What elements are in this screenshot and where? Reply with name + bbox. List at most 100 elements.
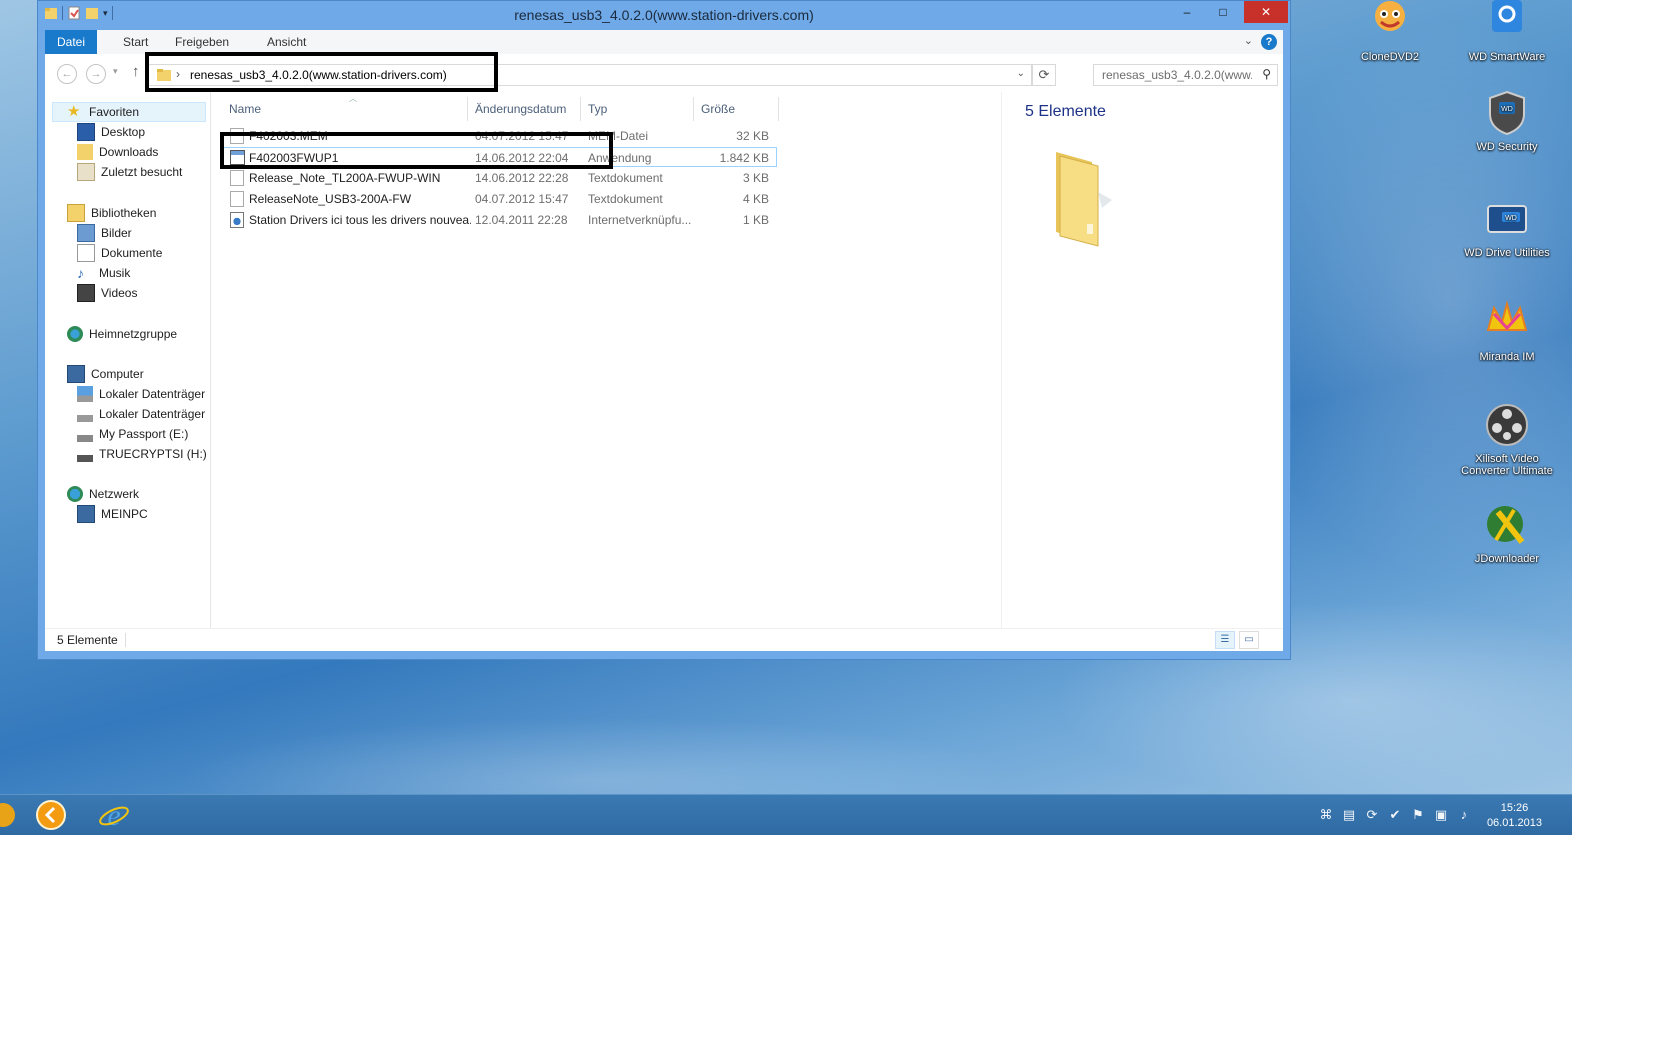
column-header-name[interactable]: Name bbox=[229, 102, 261, 116]
tab-datei[interactable]: Datei bbox=[45, 30, 97, 54]
hard-drive-icon bbox=[77, 406, 93, 422]
text-document-icon bbox=[230, 170, 244, 186]
desktop-icon-xilisoft[interactable]: Xilisoft Video Converter Ultimate bbox=[1452, 402, 1562, 477]
nav-truecrypt[interactable]: TRUECRYPTSI (H:) bbox=[77, 444, 207, 464]
nav-documents-label: Dokumente bbox=[101, 246, 163, 260]
desktop-icon-wd-drive-utilities[interactable]: WD WD Drive Utilities bbox=[1452, 196, 1562, 259]
file-size: 4 KB bbox=[742, 192, 769, 206]
file-name: Release_Note_TL200A-FWUP-WIN bbox=[249, 171, 441, 185]
nav-network-label: Netzwerk bbox=[89, 487, 140, 501]
nav-videos-label: Videos bbox=[101, 286, 138, 300]
nav-my-passport-label: My Passport (E:) bbox=[99, 427, 189, 441]
close-button[interactable]: ✕ bbox=[1244, 1, 1288, 23]
search-box[interactable]: renesas_usb3_4.0.2.0(www.sta... ⚲ bbox=[1093, 64, 1278, 86]
nav-videos[interactable]: Videos bbox=[77, 283, 137, 303]
tray-drive-icon[interactable]: ▤ bbox=[1341, 807, 1357, 823]
pictures-icon bbox=[77, 224, 95, 242]
tray-security-icon[interactable]: ✔ bbox=[1387, 807, 1403, 823]
nav-computer[interactable]: Computer bbox=[67, 364, 144, 384]
desktop-icon-miranda[interactable]: Miranda IM bbox=[1452, 300, 1562, 363]
back-button[interactable]: ← bbox=[57, 64, 77, 84]
file-row-releasenote-usb3[interactable]: ReleaseNote_USB3-200A-FW 04.07.2012 15:4… bbox=[223, 189, 777, 209]
desktop-background: CloneDVD2 WD SmartWare WD WD Security WD… bbox=[0, 0, 1572, 835]
file-row-station-drivers[interactable]: Station Drivers ici tous les drivers nou… bbox=[223, 210, 777, 230]
file-name: ReleaseNote_USB3-200A-FW bbox=[249, 192, 412, 206]
tab-start[interactable]: Start bbox=[123, 35, 148, 49]
file-row-release-note-tl200a[interactable]: Release_Note_TL200A-FWUP-WIN 14.06.2012 … bbox=[223, 168, 777, 188]
nav-network[interactable]: Netzwerk bbox=[67, 484, 139, 504]
tab-ansicht[interactable]: Ansicht bbox=[267, 35, 306, 49]
nav-homegroup[interactable]: Heimnetzgruppe bbox=[67, 324, 177, 344]
tray-monitor-icon[interactable]: ▣ bbox=[1433, 807, 1449, 823]
tray-sync-icon[interactable]: ⟳ bbox=[1364, 807, 1380, 823]
highlight-box-selected-file bbox=[220, 132, 613, 169]
nav-local-disk-c[interactable]: Lokaler Datenträger bbox=[77, 384, 205, 404]
desktop-icon-clonedvd[interactable]: CloneDVD2 bbox=[1335, 0, 1445, 63]
tray-volume-icon[interactable]: ♪ bbox=[1456, 807, 1472, 823]
details-view-button[interactable]: ☰ bbox=[1215, 631, 1235, 649]
star-icon: ★ bbox=[67, 103, 81, 120]
taskbar-start-orb[interactable] bbox=[0, 799, 20, 831]
videos-icon bbox=[77, 284, 95, 302]
documents-icon bbox=[77, 244, 95, 262]
file-size: 32 KB bbox=[736, 129, 769, 143]
tray-network-icon[interactable]: ⌘ bbox=[1318, 807, 1334, 823]
column-header-size[interactable]: Größe bbox=[701, 102, 735, 116]
nav-favorites[interactable]: ★ Favoriten bbox=[67, 102, 139, 122]
ribbon-expand-icon[interactable]: ⌄ bbox=[1244, 34, 1253, 47]
tab-freigeben[interactable]: Freigeben bbox=[175, 35, 229, 49]
nav-pictures[interactable]: Bilder bbox=[77, 223, 132, 243]
nav-recent[interactable]: Zuletzt besucht bbox=[77, 162, 182, 182]
large-folder-icon bbox=[1056, 152, 1112, 247]
preview-item-count: 5 Elemente bbox=[1025, 103, 1106, 120]
file-size: 1.842 KB bbox=[719, 151, 769, 165]
nav-music-label: Musik bbox=[99, 266, 131, 280]
address-dropdown-icon[interactable]: ⌄ bbox=[1017, 68, 1025, 79]
column-header-type[interactable]: Typ bbox=[588, 102, 607, 116]
refresh-button[interactable]: ⟳ bbox=[1032, 64, 1056, 86]
desktop-icon-label: WD Drive Utilities bbox=[1464, 247, 1550, 259]
nav-documents[interactable]: Dokumente bbox=[77, 243, 162, 263]
file-list: ︿ Name Änderungsdatum Typ Größe F402003.… bbox=[211, 92, 1001, 628]
computer-icon bbox=[67, 365, 85, 383]
removable-drive-icon bbox=[77, 446, 93, 462]
search-input[interactable]: renesas_usb3_4.0.2.0(www.sta... bbox=[1102, 68, 1252, 82]
nav-homegroup-label: Heimnetzgruppe bbox=[89, 327, 178, 341]
column-header-date[interactable]: Änderungsdatum bbox=[475, 102, 566, 116]
preview-pane: 5 Elemente bbox=[1001, 92, 1284, 628]
taskbar: e ⌘ ▤ ⟳ ✔ ⚑ ▣ ♪ 15:26 06.01.2013 bbox=[0, 794, 1572, 835]
search-icon: ⚲ bbox=[1262, 67, 1271, 81]
nav-libraries[interactable]: Bibliotheken bbox=[67, 203, 156, 223]
forward-button[interactable]: → bbox=[86, 64, 106, 84]
nav-desktop[interactable]: Desktop bbox=[77, 122, 145, 142]
nav-downloads[interactable]: Downloads bbox=[77, 142, 158, 162]
desktop-icon-label: WD Security bbox=[1476, 141, 1538, 153]
wd-smartware-icon bbox=[1492, 0, 1522, 32]
nav-music[interactable]: ♪ Musik bbox=[77, 263, 130, 283]
media-player-icon bbox=[36, 800, 66, 830]
nav-meinpc[interactable]: MEINPC bbox=[77, 504, 148, 524]
desktop-icon-wd-smartware[interactable]: WD SmartWare bbox=[1452, 0, 1562, 63]
nav-local-disk-d[interactable]: Lokaler Datenträger bbox=[77, 404, 205, 424]
taskbar-app-media[interactable] bbox=[34, 799, 68, 831]
maximize-button[interactable]: □ bbox=[1201, 1, 1245, 23]
status-item-count: 5 Elemente bbox=[57, 633, 118, 647]
large-icons-view-button[interactable]: ▭ bbox=[1239, 631, 1259, 649]
desktop-icon-wd-security[interactable]: WD WD Security bbox=[1452, 90, 1562, 153]
file-type: Textdokument bbox=[588, 192, 663, 206]
file-size: 3 KB bbox=[742, 171, 769, 185]
file-date: 12.04.2011 22:28 bbox=[475, 213, 568, 227]
up-button[interactable]: ↑ bbox=[132, 63, 140, 80]
help-button[interactable]: ? bbox=[1261, 34, 1277, 50]
desktop-icon-jdownloader[interactable]: JDownloader bbox=[1452, 502, 1562, 565]
title-bar[interactable]: ▾ renesas_usb3_4.0.2.0(www.station-drive… bbox=[38, 1, 1290, 30]
recent-locations-icon[interactable]: ▾ bbox=[113, 66, 118, 77]
nav-recent-label: Zuletzt besucht bbox=[101, 165, 183, 179]
nav-pictures-label: Bilder bbox=[101, 226, 132, 240]
tray-flag-icon[interactable]: ⚑ bbox=[1410, 807, 1426, 823]
svg-text:WD: WD bbox=[1505, 215, 1517, 222]
wd-drive-utilities-icon: WD bbox=[1487, 205, 1527, 233]
taskbar-app-internet-explorer[interactable]: e bbox=[97, 799, 131, 831]
nav-my-passport[interactable]: My Passport (E:) bbox=[77, 424, 188, 444]
taskbar-clock[interactable]: 15:26 06.01.2013 bbox=[1487, 801, 1542, 831]
